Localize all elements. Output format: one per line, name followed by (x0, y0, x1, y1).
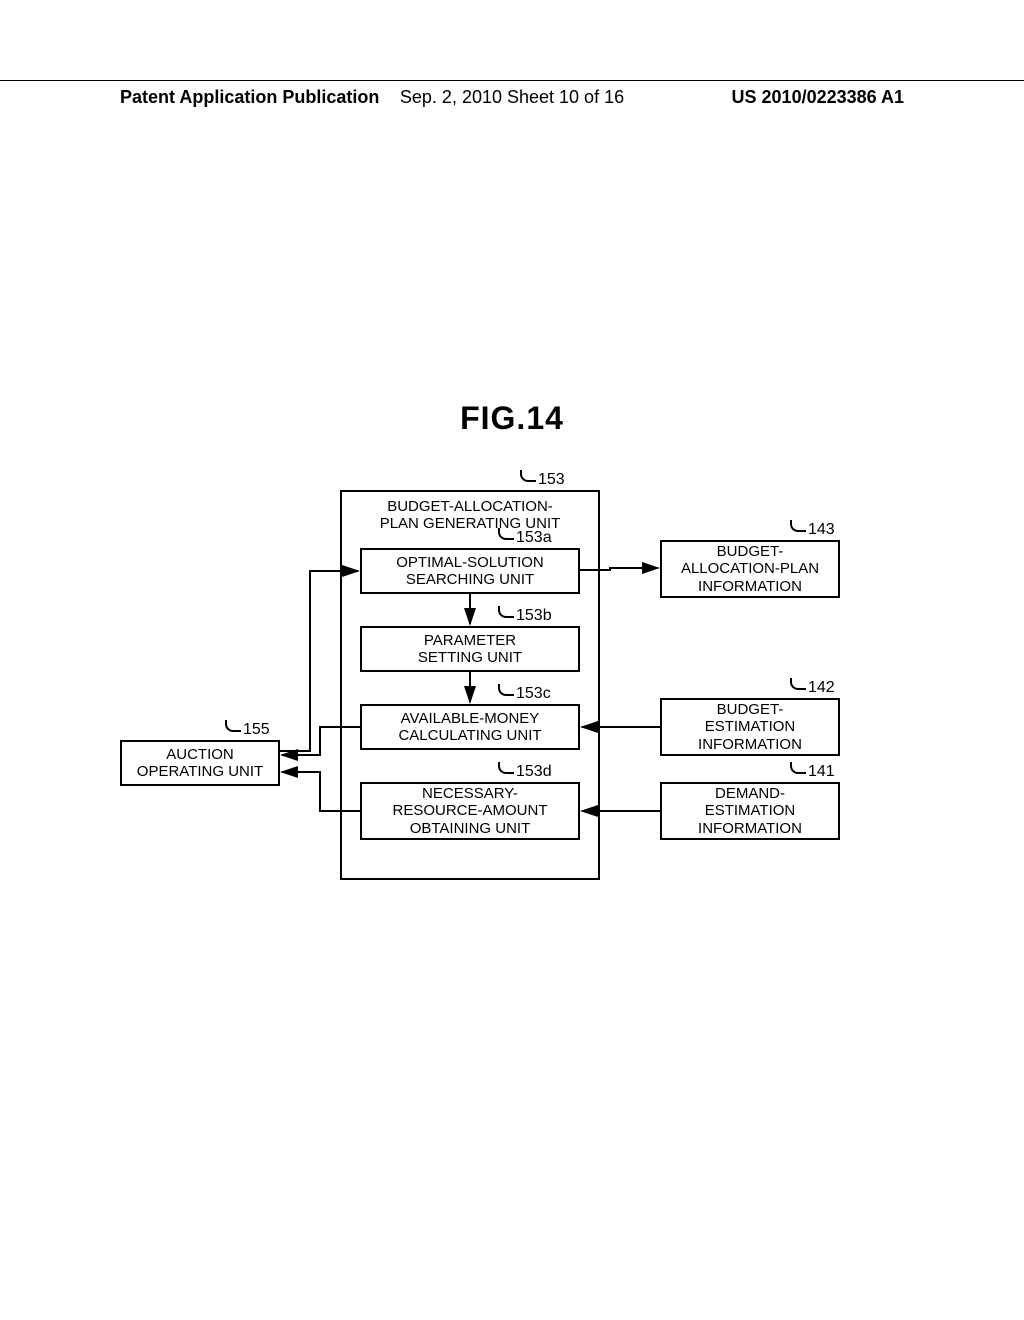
label-141: DEMAND- ESTIMATION INFORMATION (698, 785, 802, 837)
header-mid: Sep. 2, 2010 Sheet 10 of 16 (400, 87, 624, 108)
diagram: BUDGET-ALLOCATION- PLAN GENERATING UNIT … (120, 460, 920, 920)
ref-143: 143 (790, 520, 835, 539)
figure-title: FIG.14 (0, 400, 1024, 437)
ref-141: 141 (790, 762, 835, 781)
header-right: US 2010/0223386 A1 (732, 87, 904, 108)
label-142: BUDGET- ESTIMATION INFORMATION (698, 701, 802, 753)
label-153d: NECESSARY- RESOURCE-AMOUNT OBTAINING UNI… (392, 785, 547, 837)
label-143: BUDGET- ALLOCATION-PLAN INFORMATION (681, 543, 819, 595)
header-left: Patent Application Publication (120, 87, 379, 108)
page-header: Patent Application Publication Sep. 2, 2… (0, 80, 1024, 108)
block-optimal-solution-searching-unit: OPTIMAL-SOLUTION SEARCHING UNIT (360, 548, 580, 594)
ref-142: 142 (790, 678, 835, 697)
label-155: AUCTION OPERATING UNIT (137, 746, 263, 781)
ref-153: 153 (520, 470, 565, 489)
block-available-money-calculating-unit: AVAILABLE-MONEY CALCULATING UNIT (360, 704, 580, 750)
ref-153d: 153d (498, 762, 552, 781)
block-necessary-resource-amount-obtaining-unit: NECESSARY- RESOURCE-AMOUNT OBTAINING UNI… (360, 782, 580, 840)
label-153a: OPTIMAL-SOLUTION SEARCHING UNIT (396, 554, 544, 589)
ref-155: 155 (225, 720, 270, 739)
block-auction-operating-unit: AUCTION OPERATING UNIT (120, 740, 280, 786)
ref-153c: 153c (498, 684, 551, 703)
label-153c: AVAILABLE-MONEY CALCULATING UNIT (398, 710, 541, 745)
block-budget-estimation-information: BUDGET- ESTIMATION INFORMATION (660, 698, 840, 756)
block-demand-estimation-information: DEMAND- ESTIMATION INFORMATION (660, 782, 840, 840)
block-parameter-setting-unit: PARAMETER SETTING UNIT (360, 626, 580, 672)
ref-153b: 153b (498, 606, 552, 625)
ref-153a: 153a (498, 528, 552, 547)
label-153: BUDGET-ALLOCATION- PLAN GENERATING UNIT (352, 498, 588, 533)
label-153b: PARAMETER SETTING UNIT (418, 632, 522, 667)
block-budget-allocation-plan-information: BUDGET- ALLOCATION-PLAN INFORMATION (660, 540, 840, 598)
